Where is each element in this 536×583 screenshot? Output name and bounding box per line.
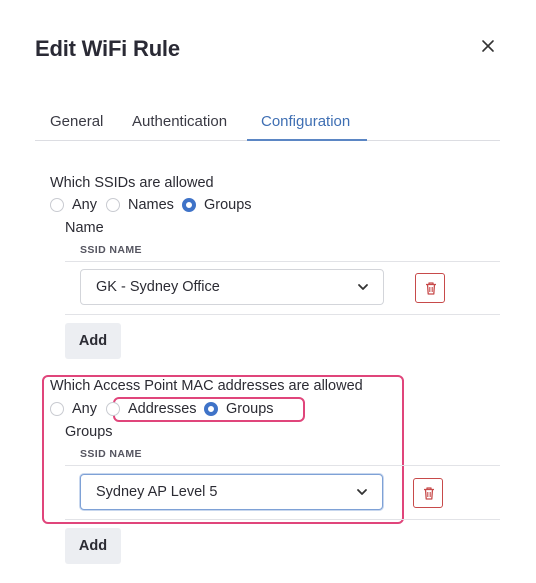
ssids-radio-any-label[interactable]: Any	[72, 197, 97, 213]
ap-sub-label: Groups	[65, 424, 113, 440]
ssids-radio-groups[interactable]	[182, 198, 196, 212]
ssids-radio-any[interactable]	[50, 198, 64, 212]
trash-icon	[426, 282, 436, 295]
ssids-radio-names[interactable]	[106, 198, 120, 212]
ap-radio-any-label[interactable]: Any	[72, 401, 97, 417]
tab-authentication[interactable]: Authentication	[132, 113, 227, 130]
ssids-table-bottom-line	[65, 314, 500, 315]
ap-delete-button[interactable]	[413, 478, 443, 508]
chevron-down-icon	[357, 489, 367, 495]
ssids-table-top-line	[65, 261, 500, 262]
ap-table-top-line	[65, 465, 500, 466]
dialog-title: Edit WiFi Rule	[35, 36, 180, 61]
ap-table-bottom-line	[65, 519, 500, 520]
tab-configuration[interactable]: Configuration	[261, 113, 350, 130]
ssids-radio-groups-label[interactable]: Groups	[204, 197, 252, 213]
tab-general[interactable]: General	[50, 113, 103, 130]
ap-column-header: SSID NAME	[80, 448, 142, 460]
ap-radio-any[interactable]	[50, 402, 64, 416]
ap-group-select-value: Sydney AP Level 5	[96, 484, 218, 500]
ap-group-select[interactable]: Sydney AP Level 5	[80, 474, 383, 510]
ssid-select[interactable]: GK - Sydney Office	[80, 269, 384, 305]
ssids-question: Which SSIDs are allowed	[50, 175, 214, 191]
ssid-add-button[interactable]: Add	[65, 323, 121, 359]
close-icon[interactable]	[478, 36, 498, 56]
active-tab-indicator	[247, 139, 367, 141]
chevron-down-icon	[358, 284, 368, 290]
ap-add-button[interactable]: Add	[65, 528, 121, 564]
ap-radio-addresses-label[interactable]: Addresses	[128, 401, 197, 417]
ssids-column-header: SSID NAME	[80, 244, 142, 256]
ssids-radio-names-label[interactable]: Names	[128, 197, 174, 213]
trash-icon	[424, 487, 434, 500]
ap-mac-question: Which Access Point MAC addresses are all…	[50, 378, 363, 394]
ap-radio-addresses[interactable]	[106, 402, 120, 416]
ssid-delete-button[interactable]	[415, 273, 445, 303]
close-button[interactable]	[478, 36, 498, 56]
ap-radio-groups[interactable]	[204, 402, 218, 416]
ssid-select-value: GK - Sydney Office	[96, 279, 220, 295]
ssids-sub-label: Name	[65, 220, 104, 236]
ap-radio-groups-label[interactable]: Groups	[226, 401, 274, 417]
